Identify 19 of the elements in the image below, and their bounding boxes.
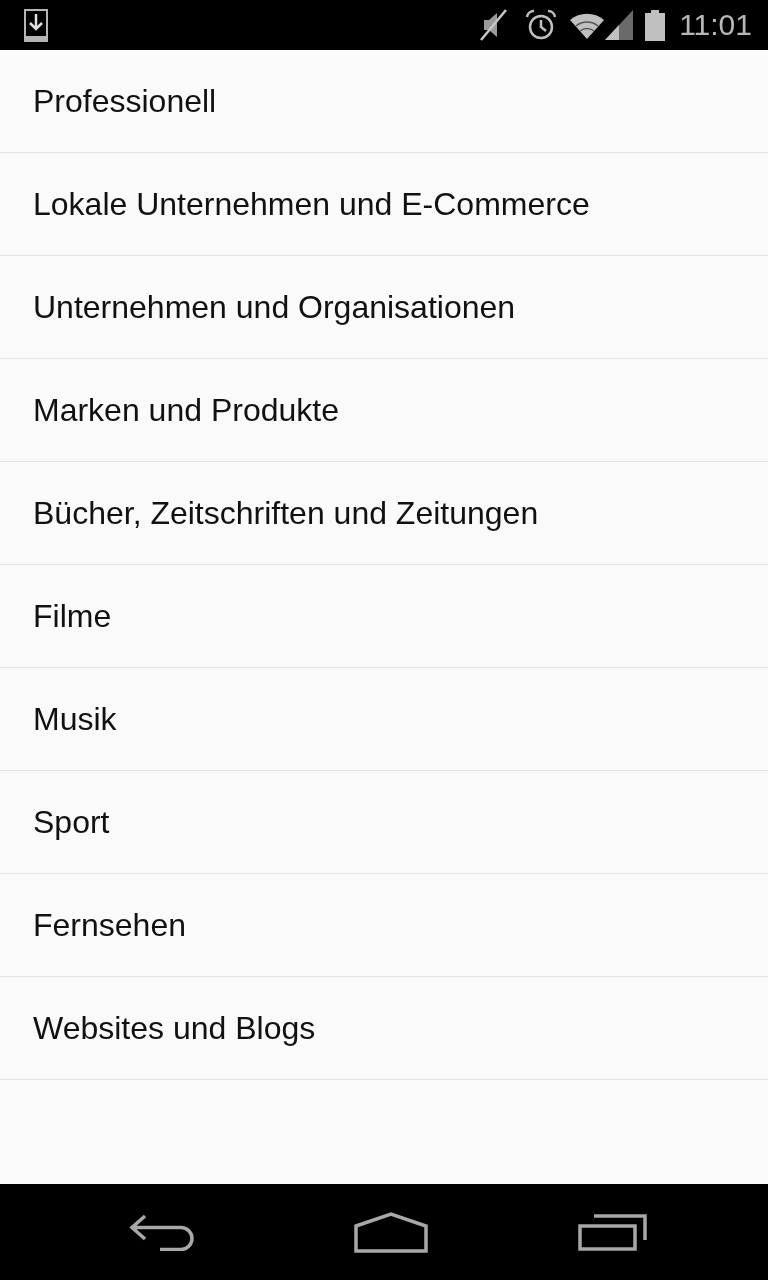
- clock-time: 11:01: [679, 10, 752, 40]
- alarm-clock-icon: [525, 9, 558, 41]
- signal-icon: [605, 10, 634, 40]
- category-item[interactable]: Fernsehen: [0, 874, 768, 977]
- home-button[interactable]: [354, 1211, 428, 1253]
- category-item[interactable]: Marken und Produkte: [0, 359, 768, 462]
- category-item[interactable]: Musik: [0, 668, 768, 771]
- category-item[interactable]: Sport: [0, 771, 768, 874]
- category-item[interactable]: Lokale Unternehmen und E-Commerce: [0, 153, 768, 256]
- back-button[interactable]: [128, 1213, 196, 1251]
- category-item[interactable]: Unternehmen und Organisationen: [0, 256, 768, 359]
- category-item[interactable]: Filme: [0, 565, 768, 668]
- recent-apps-button[interactable]: [578, 1213, 648, 1251]
- category-item[interactable]: Websites und Blogs: [0, 977, 768, 1080]
- muted-speaker-icon: [479, 9, 508, 41]
- category-item[interactable]: Professionell: [0, 50, 768, 153]
- category-item[interactable]: Bücher, Zeitschriften und Zeitungen: [0, 462, 768, 565]
- download-icon: [24, 8, 48, 42]
- battery-icon: [645, 9, 666, 41]
